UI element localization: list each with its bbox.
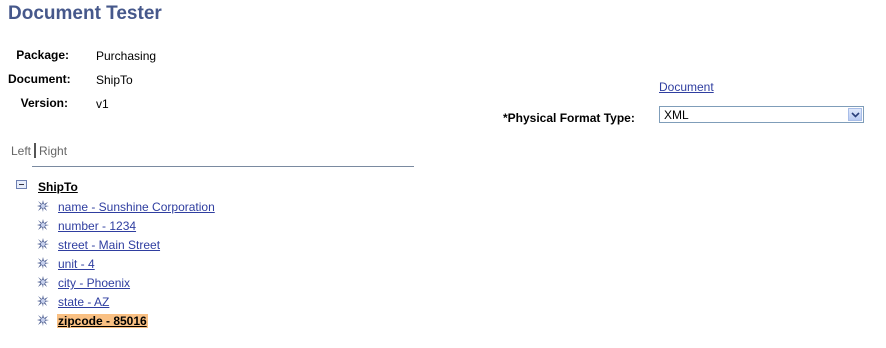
tree-item-link[interactable]: city - Phoenix	[58, 276, 130, 290]
tree-node-icon	[37, 256, 49, 274]
tree-node-icon	[37, 237, 49, 255]
tree-item-link[interactable]: name - Sunshine Corporation	[58, 200, 215, 214]
version-label: Version:	[20, 96, 68, 110]
physical-format-type-label: *Physical Format Type:	[503, 111, 635, 125]
toggle-separator	[34, 143, 37, 158]
section-divider	[32, 166, 414, 167]
physical-format-type-value: XML	[664, 108, 689, 122]
version-value: v1	[96, 97, 109, 111]
tree-item-link[interactable]: unit - 4	[58, 257, 95, 271]
tree-root-shipto[interactable]: ShipTo	[38, 180, 78, 194]
tree-item-link[interactable]: state - AZ	[58, 295, 109, 309]
tree-node-icon	[37, 313, 49, 331]
view-toggle: Left Right	[11, 143, 67, 158]
collapse-icon[interactable]	[16, 180, 27, 189]
tree-node-icon	[37, 199, 49, 217]
chevron-down-icon[interactable]	[848, 108, 862, 121]
tree-node-icon	[37, 218, 49, 236]
physical-format-type-select[interactable]: XML	[659, 106, 864, 123]
tree-node-icon	[37, 294, 49, 312]
view-left-option[interactable]: Left	[11, 144, 31, 158]
tree-item-link[interactable]: street - Main Street	[58, 238, 160, 252]
document-value: ShipTo	[96, 73, 133, 87]
package-value: Purchasing	[96, 49, 157, 63]
document-label: Document:	[8, 72, 71, 86]
package-label: Package:	[16, 48, 69, 62]
view-right-option[interactable]: Right	[39, 144, 67, 158]
tree-node-icon	[37, 275, 49, 293]
tree-item-link[interactable]: number - 1234	[58, 219, 136, 233]
tree-item-link[interactable]: zipcode - 85016	[57, 314, 148, 328]
page-title: Document Tester	[8, 3, 162, 24]
document-link[interactable]: Document	[659, 80, 714, 94]
